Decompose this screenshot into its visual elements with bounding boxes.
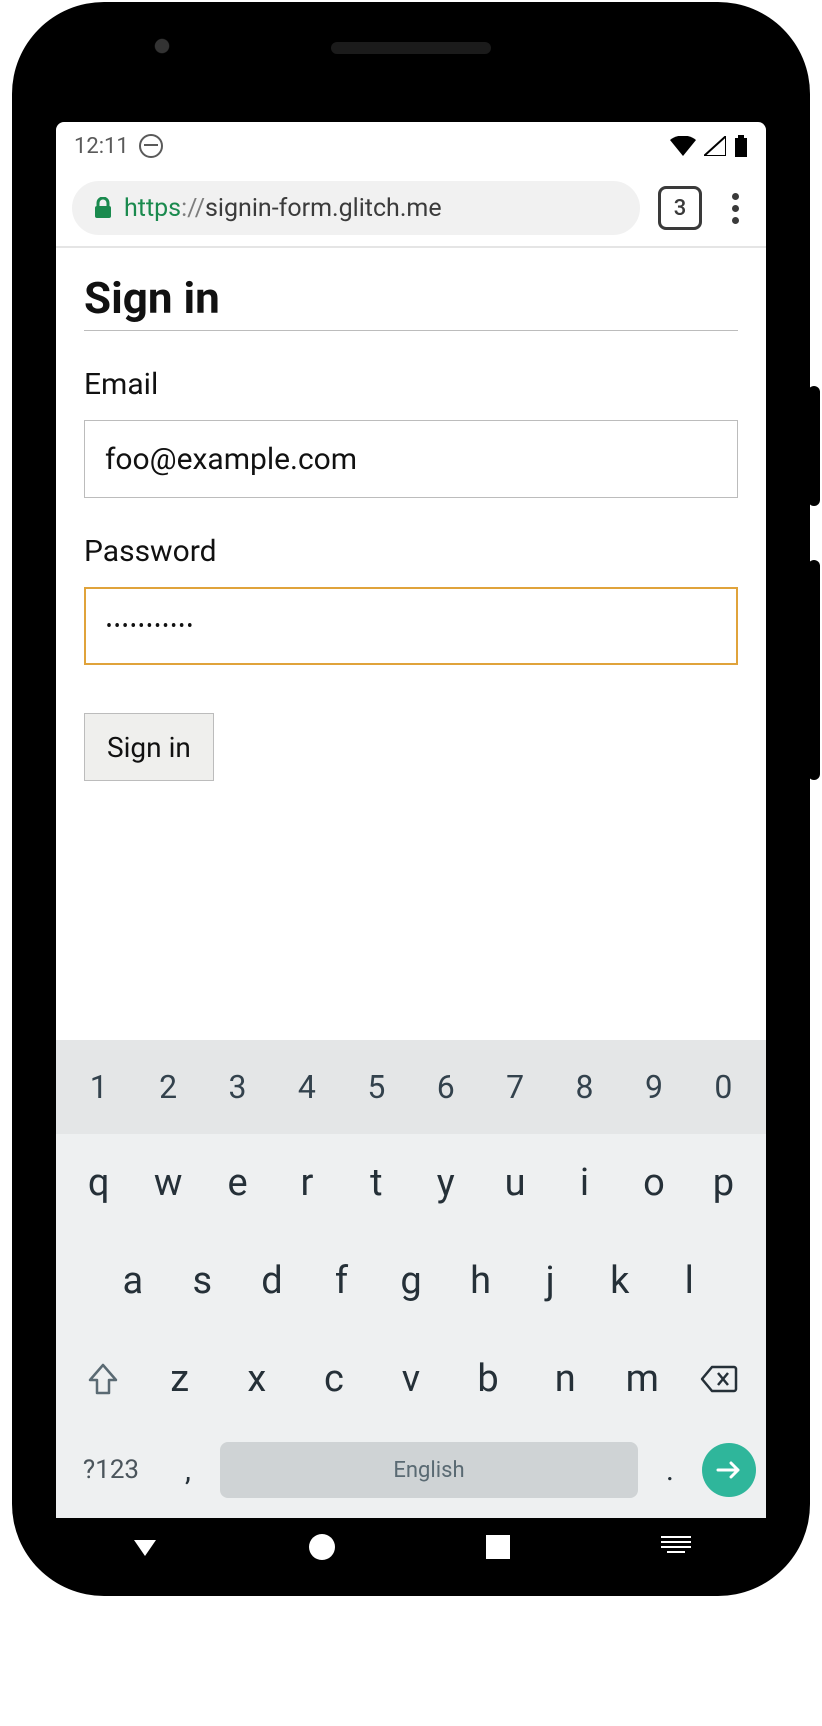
password-value: ••••••••••• [106, 616, 195, 637]
nav-home-button[interactable] [309, 1534, 335, 1560]
key-b[interactable]: b [450, 1348, 527, 1410]
email-value: foo@example.com [105, 442, 357, 477]
tab-switcher-button[interactable]: 3 [658, 186, 702, 230]
soft-keyboard: 1 2 3 4 5 6 7 8 9 0 q w e r t y u i o [56, 1040, 766, 1518]
keyboard-number-row: 1 2 3 4 5 6 7 8 9 0 [56, 1040, 766, 1134]
key-period[interactable]: . [650, 1453, 690, 1488]
key-h[interactable]: h [446, 1250, 516, 1312]
key-x[interactable]: x [218, 1348, 295, 1410]
backspace-icon [700, 1365, 738, 1393]
url-host: signin-form.glitch.me [205, 194, 442, 223]
keyboard-row-3: z x c v b n m [56, 1330, 766, 1428]
key-a[interactable]: a [98, 1250, 168, 1312]
key-enter[interactable] [702, 1443, 756, 1497]
nav-recents-button[interactable] [486, 1535, 510, 1559]
phone-camera [154, 38, 174, 58]
sign-in-label: Sign in [107, 731, 191, 764]
key-z[interactable]: z [141, 1348, 218, 1410]
key-6[interactable]: 6 [411, 1056, 480, 1118]
wifi-icon [670, 136, 696, 156]
url-protocol: https [124, 194, 181, 223]
arrow-right-icon [716, 1461, 742, 1479]
key-e[interactable]: e [203, 1152, 272, 1214]
keyboard-row-1: q w e r t y u i o p [56, 1134, 766, 1232]
key-5[interactable]: 5 [342, 1056, 411, 1118]
key-s[interactable]: s [168, 1250, 238, 1312]
phone-speaker [331, 42, 491, 54]
key-n[interactable]: n [527, 1348, 604, 1410]
triangle-down-icon [132, 1534, 158, 1560]
key-g[interactable]: g [376, 1250, 446, 1312]
key-o[interactable]: o [619, 1152, 688, 1214]
key-space[interactable]: English [220, 1442, 638, 1498]
key-j[interactable]: j [515, 1250, 585, 1312]
key-8[interactable]: 8 [550, 1056, 619, 1118]
key-v[interactable]: v [372, 1348, 449, 1410]
key-w[interactable]: w [133, 1152, 202, 1214]
key-7[interactable]: 7 [480, 1056, 549, 1118]
key-shift[interactable] [64, 1348, 141, 1410]
key-y[interactable]: y [411, 1152, 480, 1214]
divider [84, 330, 738, 331]
browser-toolbar: https://signin-form.glitch.me 3 [56, 170, 766, 248]
url-slashes: :// [181, 194, 205, 223]
email-field-group: Email foo@example.com [84, 367, 738, 498]
key-3[interactable]: 3 [203, 1056, 272, 1118]
key-c[interactable]: c [295, 1348, 372, 1410]
page-title: Sign in [84, 272, 738, 324]
android-nav-bar [56, 1518, 766, 1576]
key-k[interactable]: k [585, 1250, 655, 1312]
email-label: Email [84, 367, 738, 402]
phone-frame: 12:11 https: [14, 4, 808, 1594]
cell-signal-icon [704, 136, 726, 156]
keyboard-row-2: a s d f g h j k l [56, 1232, 766, 1330]
phone-side-button [808, 560, 820, 780]
dot-icon [732, 217, 739, 224]
dot-icon [732, 193, 739, 200]
page-content: Sign in Email foo@example.com Password •… [56, 248, 766, 781]
lock-icon [94, 197, 112, 219]
phone-side-button [808, 386, 820, 506]
key-0[interactable]: 0 [689, 1056, 758, 1118]
key-p[interactable]: p [689, 1152, 758, 1214]
screen: 12:11 https: [56, 122, 766, 1518]
key-i[interactable]: i [550, 1152, 619, 1214]
key-u[interactable]: u [480, 1152, 549, 1214]
key-2[interactable]: 2 [133, 1056, 202, 1118]
key-r[interactable]: r [272, 1152, 341, 1214]
key-m[interactable]: m [604, 1348, 681, 1410]
status-bar: 12:11 [56, 122, 766, 170]
password-field-group: Password ••••••••••• [84, 534, 738, 665]
password-input[interactable]: ••••••••••• [84, 587, 738, 665]
nav-back-button[interactable] [132, 1534, 158, 1560]
tab-count: 3 [674, 196, 687, 221]
space-label: English [393, 1458, 464, 1483]
key-9[interactable]: 9 [619, 1056, 688, 1118]
battery-icon [734, 135, 748, 157]
do-not-disturb-icon [139, 134, 163, 158]
key-l[interactable]: l [655, 1250, 725, 1312]
key-symbols[interactable]: ?123 [66, 1455, 156, 1485]
keyboard-icon [661, 1536, 691, 1558]
shift-icon [88, 1363, 118, 1395]
key-d[interactable]: d [237, 1250, 307, 1312]
keyboard-bottom-row: ?123 , English . [56, 1428, 766, 1518]
nav-keyboard-button[interactable] [661, 1536, 691, 1558]
key-comma[interactable]: , [168, 1453, 208, 1488]
key-4[interactable]: 4 [272, 1056, 341, 1118]
url-bar[interactable]: https://signin-form.glitch.me [72, 181, 640, 235]
key-q[interactable]: q [64, 1152, 133, 1214]
status-time: 12:11 [74, 134, 129, 159]
email-input[interactable]: foo@example.com [84, 420, 738, 498]
menu-button[interactable] [720, 193, 750, 224]
key-t[interactable]: t [342, 1152, 411, 1214]
key-f[interactable]: f [307, 1250, 377, 1312]
key-backspace[interactable] [681, 1348, 758, 1410]
key-1[interactable]: 1 [64, 1056, 133, 1118]
sign-in-button[interactable]: Sign in [84, 713, 214, 781]
dot-icon [732, 205, 739, 212]
password-label: Password [84, 534, 738, 569]
